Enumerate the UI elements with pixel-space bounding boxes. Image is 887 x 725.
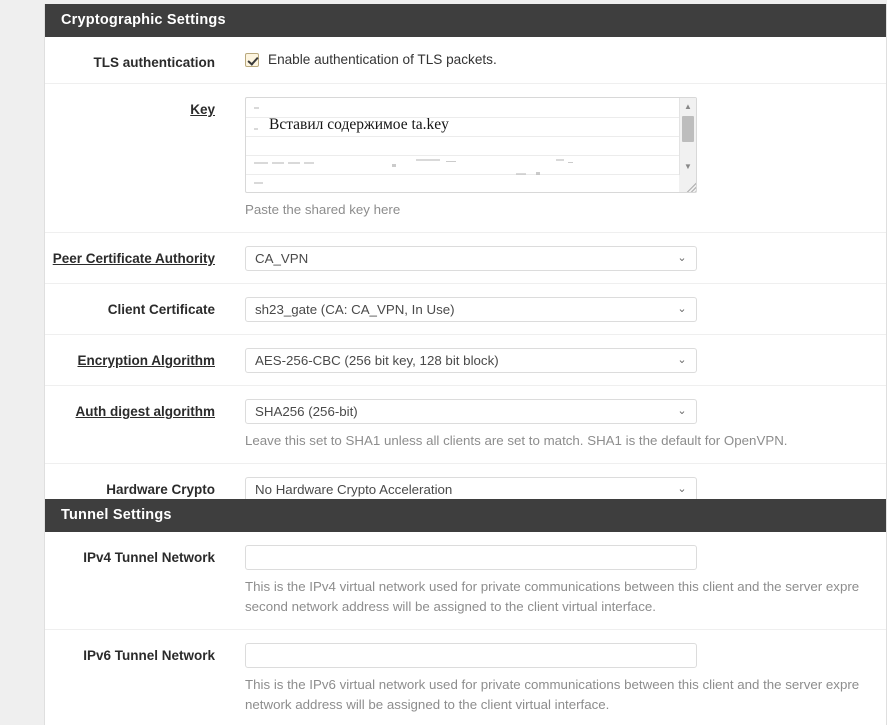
control-ipv4-tunnel-network: This is the IPv4 virtual network used fo…	[215, 545, 886, 617]
chevron-down-icon[interactable]: ⌄	[676, 349, 688, 372]
tls-auth-checkbox-row[interactable]: Enable authentication of TLS packets.	[245, 50, 886, 67]
chevron-down-icon[interactable]: ⌄	[676, 478, 688, 501]
tunnel-settings-body: IPv4 Tunnel Network This is the IPv4 vir…	[45, 532, 886, 725]
control-ipv6-tunnel-network: This is the IPv6 virtual network used fo…	[215, 643, 886, 715]
tls-auth-checkbox-label[interactable]: Enable authentication of TLS packets.	[268, 52, 497, 67]
control-client-certificate: sh23_gate (CA: CA_VPN, In Use) ⌄	[215, 297, 886, 322]
ipv6-tunnel-help-line2: network address will be assigned to the …	[245, 697, 610, 712]
row-peer-certificate-authority: Peer Certificate Authority CA_VPN ⌄	[45, 233, 886, 284]
ipv6-tunnel-network-input[interactable]	[245, 643, 697, 668]
control-peer-certificate-authority: CA_VPN ⌄	[215, 246, 886, 271]
label-client-certificate: Client Certificate	[107, 302, 215, 317]
ipv6-tunnel-help-line1: This is the IPv6 virtual network used fo…	[245, 677, 860, 692]
auth-digest-algorithm-value: SHA256 (256-bit)	[255, 404, 358, 419]
label-encryption-algorithm[interactable]: Encryption Algorithm	[45, 348, 216, 369]
chevron-down-icon[interactable]: ⌄	[676, 298, 688, 321]
chevron-down-icon[interactable]: ⌄	[676, 247, 688, 270]
peer-certificate-authority-select[interactable]: CA_VPN ⌄	[245, 246, 697, 271]
textarea-resize-grip-icon[interactable]	[679, 175, 696, 192]
row-tls-authentication: TLS authentication Enable authentication…	[45, 37, 886, 84]
row-ipv6-tunnel-network: IPv6 Tunnel Network This is the IPv6 vir…	[45, 630, 886, 725]
encryption-algorithm-value: AES-256-CBC (256 bit key, 128 bit block)	[255, 353, 499, 368]
ipv4-tunnel-help-line2: second network address will be assigned …	[245, 599, 656, 614]
client-certificate-value: sh23_gate (CA: CA_VPN, In Use)	[255, 302, 455, 317]
cryptographic-settings-body: TLS authentication Enable authentication…	[45, 37, 886, 514]
tunnel-settings-header: Tunnel Settings	[45, 499, 886, 532]
row-client-certificate: Client Certificate sh23_gate (CA: CA_VPN…	[45, 284, 886, 335]
hardware-crypto-value: No Hardware Crypto Acceleration	[255, 482, 453, 497]
ipv4-tunnel-network-input[interactable]	[245, 545, 697, 570]
control-encryption-algorithm: AES-256-CBC (256 bit key, 128 bit block)…	[215, 348, 886, 373]
cryptographic-settings-header: Cryptographic Settings	[45, 4, 886, 37]
auth-digest-help-text: Leave this set to SHA1 unless all client…	[245, 433, 788, 448]
row-encryption-algorithm: Encryption Algorithm AES-256-CBC (256 bi…	[45, 335, 886, 386]
cryptographic-settings-panel: Cryptographic Settings TLS authenticatio…	[44, 4, 887, 514]
label-tls-authentication: TLS authentication	[93, 55, 216, 70]
control-key: Вставил содержимое ta.key ▲ ▼ Paste the …	[215, 97, 886, 220]
label-ipv4-tunnel-network: IPv4 Tunnel Network	[83, 550, 215, 565]
tls-auth-checkbox[interactable]	[245, 52, 259, 67]
tunnel-settings-panel: Tunnel Settings IPv4 Tunnel Network This…	[44, 499, 887, 725]
row-key: Key Вставил содержимое ta.key ▲ ▼ Paste …	[45, 84, 886, 233]
ipv4-tunnel-help-line1: This is the IPv4 virtual network used fo…	[245, 579, 860, 594]
peer-certificate-authority-value: CA_VPN	[255, 251, 309, 266]
key-textarea[interactable]: Вставил содержимое ta.key ▲ ▼	[245, 97, 697, 193]
auth-digest-algorithm-select[interactable]: SHA256 (256-bit) ⌄	[245, 399, 697, 424]
label-ipv6-tunnel-network: IPv6 Tunnel Network	[83, 648, 215, 663]
label-auth-digest-algorithm[interactable]: Auth digest algorithm	[45, 399, 216, 420]
label-hardware-crypto: Hardware Crypto	[106, 482, 215, 497]
scrollbar-thumb[interactable]	[682, 116, 694, 142]
scroll-down-icon[interactable]: ▼	[680, 158, 696, 174]
control-auth-digest-algorithm: SHA256 (256-bit) ⌄ Leave this set to SHA…	[215, 399, 886, 451]
chevron-down-icon[interactable]: ⌄	[676, 400, 688, 423]
key-help-text: Paste the shared key here	[245, 202, 401, 217]
key-annotation-text: Вставил содержимое ta.key	[269, 116, 449, 133]
label-key[interactable]: Key	[45, 97, 215, 118]
scroll-up-icon[interactable]: ▲	[680, 98, 696, 114]
key-textarea-content[interactable]	[246, 98, 679, 192]
row-auth-digest-algorithm: Auth digest algorithm SHA256 (256-bit) ⌄…	[45, 386, 886, 464]
label-peer-certificate-authority[interactable]: Peer Certificate Authority	[45, 246, 215, 267]
control-tls-authentication: Enable authentication of TLS packets.	[215, 50, 886, 67]
encryption-algorithm-select[interactable]: AES-256-CBC (256 bit key, 128 bit block)…	[245, 348, 697, 373]
client-certificate-select[interactable]: sh23_gate (CA: CA_VPN, In Use) ⌄	[245, 297, 697, 322]
row-ipv4-tunnel-network: IPv4 Tunnel Network This is the IPv4 vir…	[45, 532, 886, 630]
page-root: Cryptographic Settings TLS authenticatio…	[0, 0, 887, 725]
